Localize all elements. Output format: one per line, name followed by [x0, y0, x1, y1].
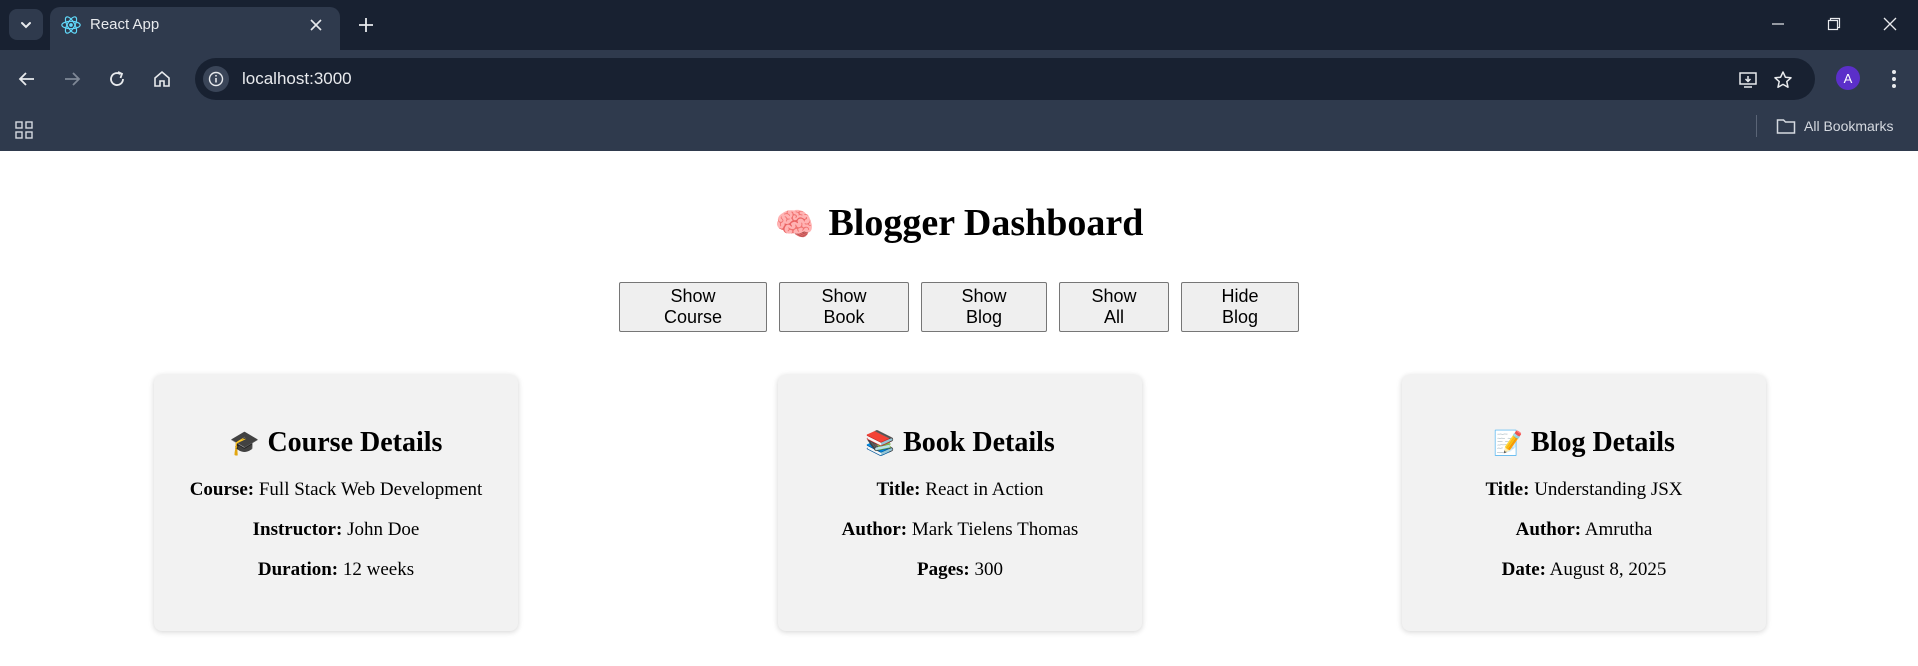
books-icon: 📚: [865, 429, 896, 457]
browser-menu-button[interactable]: [1880, 64, 1908, 94]
tab-title: React App: [90, 16, 160, 33]
field-label: Author:: [841, 519, 908, 540]
arrow-left-icon: [18, 72, 34, 86]
browser-toolbar: localhost:3000 A: [0, 50, 1918, 108]
tab-close-button[interactable]: [304, 13, 328, 37]
bookmark-star-icon[interactable]: [1770, 67, 1796, 93]
brain-icon: 🧠: [774, 205, 815, 243]
course-card: 🎓 Course Details Course: Full Stack Web D…: [154, 375, 518, 631]
field-value: August 8, 2025: [1549, 559, 1667, 580]
card-field: Date: August 8, 2025: [1402, 558, 1766, 582]
hide-blog-button[interactable]: Hide Blog: [1181, 282, 1299, 332]
forward-button[interactable]: [57, 64, 87, 94]
field-label: Course:: [189, 479, 255, 500]
minimize-icon: [1772, 23, 1784, 25]
chevron-down-icon: [21, 21, 31, 28]
page-title-text: Blogger Dashboard: [828, 202, 1144, 244]
field-label: Duration:: [257, 559, 339, 580]
field-value: Amrutha: [1584, 519, 1653, 540]
profile-avatar[interactable]: A: [1836, 66, 1860, 90]
card-field: Author: Mark Tielens Thomas: [778, 518, 1142, 542]
plus-icon: [359, 18, 373, 32]
card-field: Duration: 12 weeks: [154, 558, 518, 582]
book-card: 📚 Book Details Title: React in Action Aut…: [778, 375, 1142, 631]
tab-react-app[interactable]: React App: [50, 7, 340, 50]
card-title-text: Blog Details: [1531, 427, 1675, 458]
folder-icon: [1776, 119, 1796, 134]
page-content: 🧠 Blogger Dashboard Show Course Show Book…: [0, 151, 1918, 666]
card-field: Instructor: John Doe: [154, 518, 518, 542]
all-bookmarks-button[interactable]: All Bookmarks: [1776, 114, 1893, 138]
card-title-text: Book Details: [903, 427, 1055, 458]
field-value: 300: [974, 559, 1004, 580]
card-field: Author: Amrutha: [1402, 518, 1766, 542]
arrow-right-icon: [65, 72, 81, 86]
show-book-button[interactable]: Show Book: [779, 282, 909, 332]
tab-strip: React App: [0, 0, 1918, 50]
show-all-button[interactable]: Show All: [1059, 282, 1169, 332]
apps-grid-icon[interactable]: [11, 117, 37, 143]
install-app-icon[interactable]: [1735, 67, 1761, 93]
field-value: Mark Tielens Thomas: [911, 519, 1079, 540]
more-vertical-icon: [1892, 70, 1896, 88]
address-bar[interactable]: localhost:3000: [195, 58, 1815, 100]
page-title: 🧠 Blogger Dashboard: [0, 201, 1918, 245]
memo-icon: 📝: [1493, 429, 1523, 457]
field-value: John Doe: [347, 519, 420, 540]
card-title: 📝 Blog Details: [1402, 427, 1766, 459]
all-bookmarks-label: All Bookmarks: [1804, 118, 1894, 134]
field-value: React in Action: [925, 479, 1044, 500]
field-label: Date:: [1501, 559, 1546, 580]
bookmarks-separator: [1756, 115, 1757, 137]
card-field: Title: Understanding JSX: [1402, 478, 1766, 502]
back-button[interactable]: [12, 64, 42, 94]
browser-chrome: React App localhost:3000 A All Bookmarks: [0, 0, 1918, 151]
reload-icon: [110, 71, 124, 86]
field-value: Understanding JSX: [1534, 479, 1683, 500]
home-button[interactable]: [147, 64, 177, 94]
url-text: localhost:3000: [242, 69, 352, 88]
restore-icon: [1827, 17, 1841, 31]
site-info-icon[interactable]: [203, 66, 229, 92]
new-tab-button[interactable]: [352, 11, 380, 39]
show-blog-button[interactable]: Show Blog: [921, 282, 1047, 332]
close-icon: [1883, 17, 1897, 31]
card-field: Pages: 300: [778, 558, 1142, 582]
minimize-button[interactable]: [1758, 8, 1798, 40]
card-title: 🎓 Course Details: [154, 427, 518, 459]
field-label: Instructor:: [252, 519, 343, 540]
button-row: Show Course Show Book Show Blog Show All…: [0, 282, 1918, 332]
card-field: Course: Full Stack Web Development: [154, 478, 518, 502]
home-icon: [154, 70, 170, 87]
field-label: Author:: [1515, 519, 1582, 540]
field-label: Title:: [876, 479, 921, 500]
close-window-button[interactable]: [1870, 8, 1910, 40]
graduation-cap-icon: 🎓: [229, 429, 260, 457]
close-icon: [310, 19, 322, 31]
field-label: Title:: [1485, 479, 1530, 500]
card-title-text: Course Details: [267, 427, 443, 458]
restore-button[interactable]: [1814, 8, 1854, 40]
card-title: 📚 Book Details: [778, 427, 1142, 459]
card-field: Title: React in Action: [778, 478, 1142, 502]
field-value: 12 weeks: [342, 559, 415, 580]
reload-button[interactable]: [102, 64, 132, 94]
field-label: Pages:: [916, 559, 970, 580]
bookmarks-bar: All Bookmarks: [0, 108, 1918, 151]
field-value: Full Stack Web Development: [258, 479, 483, 500]
show-course-button[interactable]: Show Course: [619, 282, 767, 332]
react-logo-icon: [59, 13, 83, 37]
tab-search-button[interactable]: [9, 9, 43, 40]
blog-card: 📝 Blog Details Title: Understanding JSX A…: [1402, 375, 1766, 631]
